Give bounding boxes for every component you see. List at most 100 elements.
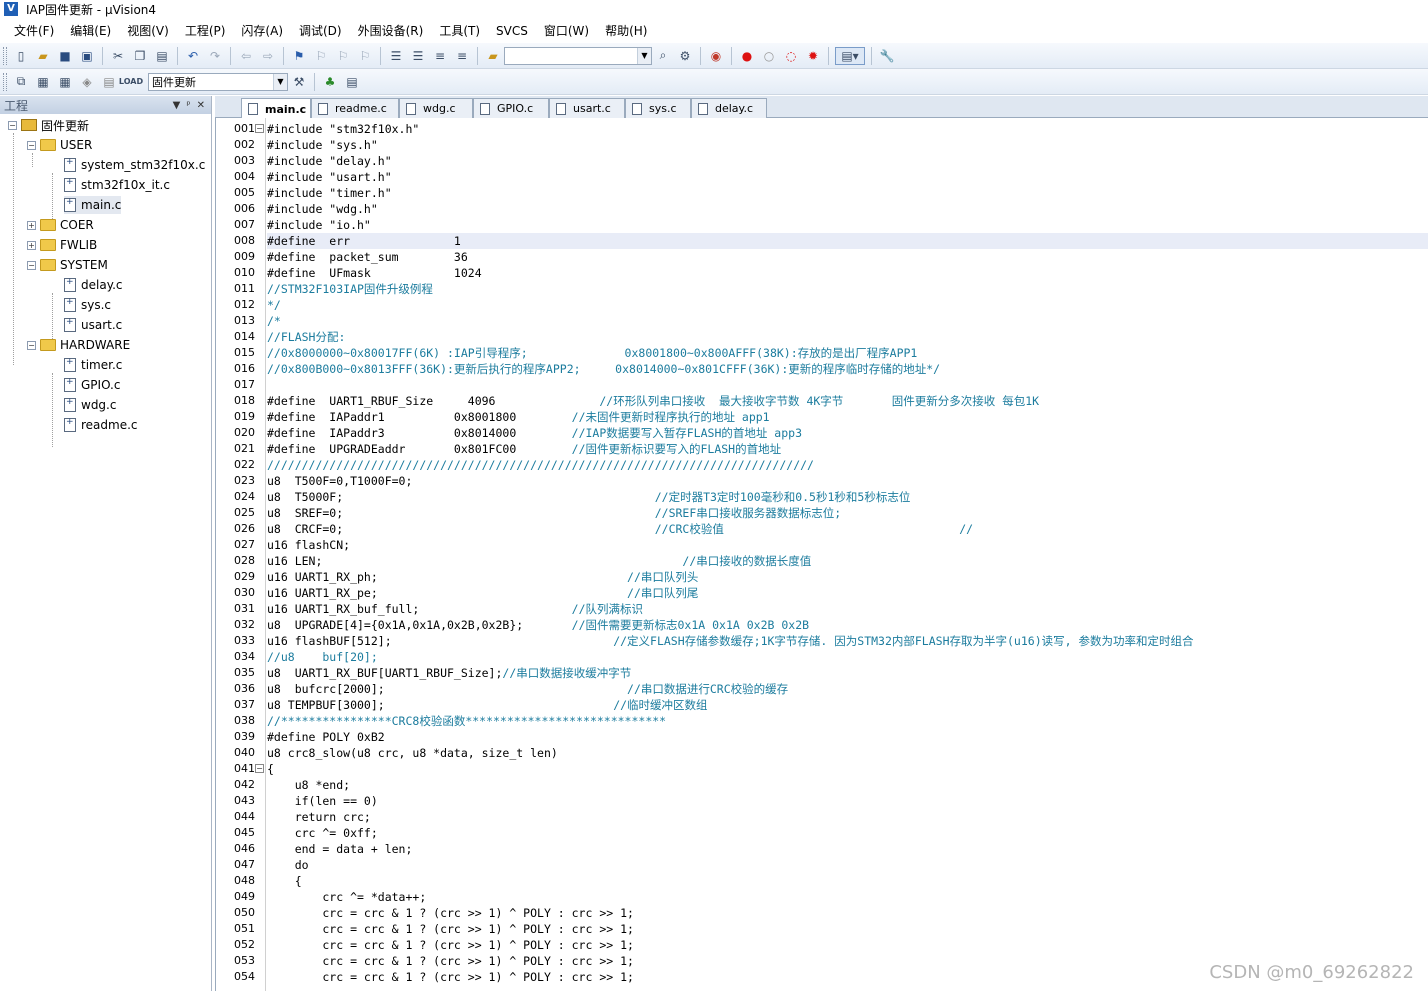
code-line[interactable]: u8 CRCF=0; //CRC校验值 // — [267, 521, 973, 537]
code-line[interactable]: end = data + len; — [267, 841, 413, 857]
tree-file[interactable]: readme.c — [64, 416, 138, 434]
tab-usart-c[interactable]: usart.c — [549, 98, 625, 118]
prev-bookmark-icon[interactable]: ⚐ — [312, 47, 330, 65]
code-line[interactable]: #define UART1_RBUF_Size 4096 //环形队列串口接收 … — [267, 393, 1039, 409]
code-line[interactable]: u16 UART1_RX_pe; //串口队列尾 — [267, 585, 698, 601]
code-line[interactable]: #define POLY 0xB2 — [267, 729, 385, 745]
code-line[interactable]: #include "usart.h" — [267, 169, 392, 185]
menu-window[interactable]: 窗口(W) — [536, 21, 597, 41]
code-editor[interactable]: 001−002 003 004 005 006 007 008 009 010 011 012 013… — [215, 118, 1428, 991]
disable-breakpoints-icon[interactable]: ◌ — [782, 47, 800, 65]
menu-project[interactable]: 工程(P) — [177, 21, 234, 41]
tab-delay-c[interactable]: delay.c — [691, 98, 767, 118]
new-file-icon[interactable]: ▯ — [12, 47, 30, 65]
code-line[interactable]: #define IAPaddr1 0x8001800 //未固件更新时程序执行的… — [267, 409, 770, 425]
menu-flash[interactable]: 闪存(A) — [233, 21, 291, 41]
tree-file[interactable]: timer.c — [64, 356, 122, 374]
collapse-icon[interactable]: − — [8, 120, 17, 130]
chevron-down-icon[interactable]: ▼ — [637, 47, 651, 64]
code-line[interactable]: #define packet_sum 36 — [267, 249, 468, 265]
menu-help[interactable]: 帮助(H) — [597, 21, 655, 41]
kill-breakpoints-icon[interactable]: ✹ — [804, 47, 822, 65]
menu-debug[interactable]: 调试(D) — [291, 21, 350, 41]
paste-icon[interactable]: ▤ — [153, 47, 171, 65]
next-bookmark-icon[interactable]: ⚐ — [334, 47, 352, 65]
clear-bookmarks-icon[interactable]: ⚐ — [356, 47, 374, 65]
code-line[interactable]: u8 TEMPBUF[3000]; //临时缓冲区数组 — [267, 697, 708, 713]
code-line[interactable]: //0x800B000~0x8013FFF(36K):更新后执行的程序APP2;… — [267, 361, 940, 377]
code-line[interactable]: crc = crc & 1 ? (crc >> 1) ^ POLY : crc … — [267, 953, 634, 969]
code-line[interactable]: u8 crc8_slow(u8 crc, u8 *data, size_t le… — [267, 745, 558, 761]
tree-file[interactable]: system_stm32f10x.c — [64, 156, 205, 174]
find-in-files-icon[interactable]: ▰ — [484, 47, 502, 65]
code-line[interactable]: #define UPGRADEaddr 0x801FC00 //固件更新标识要写… — [267, 441, 781, 457]
indent-icon[interactable]: ☰ — [387, 47, 405, 65]
tree-root[interactable]: − 固件更新 — [8, 116, 89, 134]
manage-components-icon[interactable]: ♣ — [321, 73, 339, 91]
tab-sys-c[interactable]: sys.c — [625, 98, 691, 118]
tree-file[interactable]: usart.c — [64, 316, 122, 334]
target-select[interactable]: 固件更新 ▼ — [148, 72, 288, 91]
start-debug-icon[interactable]: ◉ — [707, 47, 725, 65]
find-icon[interactable]: ⌕ — [654, 47, 672, 65]
code-line[interactable]: if(len == 0) — [267, 793, 378, 809]
code-line[interactable]: { — [267, 873, 302, 889]
nav-forward-icon[interactable]: ⇨ — [259, 47, 277, 65]
code-line[interactable]: u16 UART1_RX_ph; //串口队列头 — [267, 569, 698, 585]
build-icon[interactable]: ▦ — [34, 73, 52, 91]
code-line[interactable]: crc = crc & 1 ? (crc >> 1) ^ POLY : crc … — [267, 969, 634, 985]
tab-gpio-c[interactable]: GPIO.c — [473, 98, 549, 118]
code-line[interactable]: */ — [267, 297, 281, 313]
save-all-icon[interactable]: ▣ — [78, 47, 96, 65]
enable-breakpoint-icon[interactable]: ○ — [760, 47, 778, 65]
tree-file[interactable]: sys.c — [64, 296, 111, 314]
collapse-icon[interactable]: − — [27, 340, 36, 350]
tree-file[interactable]: delay.c — [64, 276, 123, 294]
stop-build-icon[interactable]: ▤ — [100, 73, 118, 91]
code-line[interactable]: //0x8000000~0x80017FF(6K) :IAP引导程序; 0x80… — [267, 345, 917, 361]
pin-icon[interactable]: ᵖ — [186, 100, 190, 111]
code-line[interactable]: u8 UART1_RX_BUF[UART1_RBUF_Size];//串口数据接… — [267, 665, 631, 681]
tab-main-c[interactable]: main.c — [241, 98, 311, 119]
open-file-icon[interactable]: ▰ — [34, 47, 52, 65]
menu-peripherals[interactable]: 外围设备(R) — [350, 21, 432, 41]
menu-file[interactable]: 文件(F) — [6, 21, 62, 41]
code-line[interactable]: u16 UART1_RX_buf_full; //队列满标识 — [267, 601, 643, 617]
tree-file[interactable]: wdg.c — [64, 396, 116, 414]
code-line[interactable]: crc = crc & 1 ? (crc >> 1) ^ POLY : crc … — [267, 921, 634, 937]
code-line[interactable]: #include "timer.h" — [267, 185, 392, 201]
menu-svcs[interactable]: SVCS — [488, 21, 536, 41]
tree-group-hardware[interactable]: − HARDWARE — [27, 336, 130, 354]
fold-toggle-icon[interactable]: − — [255, 764, 264, 773]
code-line[interactable]: //FLASH分配: — [267, 329, 345, 345]
chevron-down-icon[interactable]: ▼ — [273, 73, 287, 90]
tree-group-system[interactable]: − SYSTEM — [27, 256, 108, 274]
collapse-icon[interactable]: − — [27, 140, 36, 150]
tree-file[interactable]: stm32f10x_it.c — [64, 176, 170, 194]
code-line[interactable]: u8 *end; — [267, 777, 350, 793]
incremental-find-icon[interactable]: ⚙ — [676, 47, 694, 65]
dropdown-icon[interactable]: ▼ — [173, 100, 181, 111]
comment-icon[interactable]: ≡ — [431, 47, 449, 65]
copy-icon[interactable]: ❐ — [131, 47, 149, 65]
tree-file[interactable]: GPIO.c — [64, 376, 120, 394]
unindent-icon[interactable]: ☰ — [409, 47, 427, 65]
code-line[interactable]: #include "wdg.h" — [267, 201, 378, 217]
code-line[interactable]: u16 flashCN; — [267, 537, 350, 553]
fold-toggle-icon[interactable]: − — [255, 124, 264, 133]
find-combo[interactable]: ▼ — [504, 46, 652, 65]
code-line[interactable]: /* — [267, 313, 281, 329]
undo-icon[interactable]: ↶ — [184, 47, 202, 65]
file-extensions-icon[interactable]: ▤ — [343, 73, 361, 91]
save-icon[interactable]: ■ — [56, 47, 74, 65]
expand-icon[interactable]: + — [27, 240, 36, 250]
code-line[interactable]: //STM32F103IAP固件升级例程 — [267, 281, 433, 297]
code-line[interactable]: u8 SREF=0; //SREF串口接收服务器数据标志位; — [267, 505, 841, 521]
code-line[interactable]: crc = crc & 1 ? (crc >> 1) ^ POLY : crc … — [267, 905, 634, 921]
code-line[interactable]: //u8 buf[20]; — [267, 649, 378, 665]
code-line[interactable]: crc = crc & 1 ? (crc >> 1) ^ POLY : crc … — [267, 937, 634, 953]
code-line[interactable]: u16 LEN; //串口接收的数据长度值 — [267, 553, 811, 569]
expand-icon[interactable]: + — [27, 220, 36, 230]
toolbar-grip[interactable] — [3, 72, 7, 91]
code-line[interactable]: { — [267, 761, 274, 777]
